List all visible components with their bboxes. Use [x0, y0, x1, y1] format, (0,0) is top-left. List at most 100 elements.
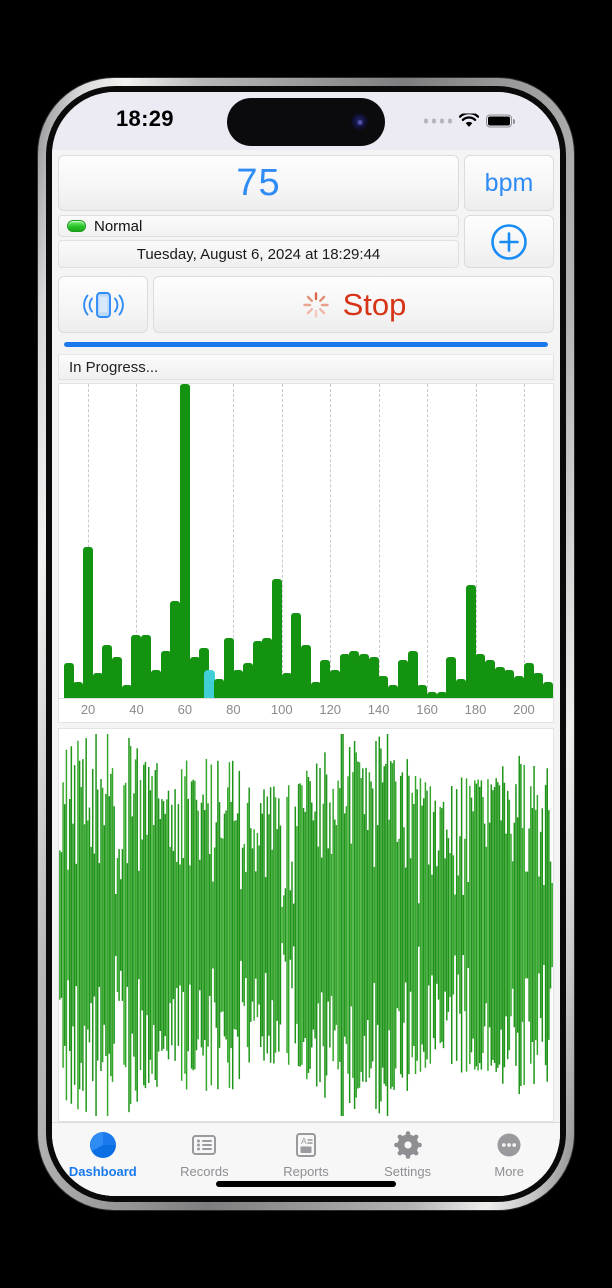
histogram-bar — [359, 654, 370, 698]
tab-reports[interactable]: A Reports — [255, 1130, 357, 1179]
histogram-plot-area — [59, 384, 553, 698]
histogram-bar — [281, 672, 292, 698]
x-tick-label: 100 — [270, 702, 293, 717]
histogram-bar — [378, 676, 389, 698]
histogram-bar — [465, 584, 476, 698]
progress-status-label: In Progress... — [69, 358, 159, 376]
histogram-bars — [59, 384, 553, 698]
tab-settings[interactable]: Settings — [357, 1130, 459, 1179]
bpm-value-field[interactable]: 75 — [58, 155, 459, 211]
report-page-icon: A — [291, 1130, 321, 1160]
histogram-bar — [252, 641, 263, 698]
phone-bezel: 18:29 75 bpm Normal Tuesday, August 6, 2… — [46, 86, 566, 1202]
tab-records[interactable]: Records — [154, 1130, 256, 1179]
histogram-bar — [533, 672, 544, 698]
tab-label: Records — [180, 1164, 229, 1179]
histogram-bar — [504, 669, 515, 698]
histogram-bar — [320, 660, 331, 698]
histogram-bar — [349, 650, 360, 698]
x-tick-label: 180 — [464, 702, 487, 717]
x-tick-label: 200 — [513, 702, 535, 717]
histogram-bar — [233, 669, 244, 698]
home-indicator[interactable] — [216, 1181, 396, 1187]
phone-frame: 18:29 75 bpm Normal Tuesday, August 6, 2… — [38, 78, 574, 1210]
timestamp-field: Tuesday, August 6, 2024 at 18:29:44 — [58, 240, 459, 268]
status-label: Normal — [94, 217, 143, 235]
x-tick-label: 20 — [80, 702, 96, 717]
histogram-bar — [475, 654, 486, 698]
histogram-bar — [73, 682, 84, 698]
gear-icon — [393, 1130, 423, 1160]
histogram-bar — [131, 635, 142, 698]
add-record-button[interactable] — [464, 215, 554, 268]
phone-screen: 18:29 75 bpm Normal Tuesday, August 6, 2… — [52, 92, 560, 1196]
histogram-bar — [523, 663, 534, 698]
x-tick-label: 140 — [367, 702, 390, 717]
camera-aperture — [357, 119, 362, 125]
tab-more[interactable]: More — [458, 1130, 560, 1179]
progress-status-row: In Progress... — [58, 354, 554, 380]
x-tick-label: 160 — [416, 702, 438, 717]
histogram-bar — [455, 679, 466, 698]
x-tick-label: 60 — [177, 702, 193, 717]
histogram-bar — [141, 635, 152, 698]
histogram-bar — [92, 672, 103, 698]
histogram-bar — [102, 644, 113, 698]
histogram-bar — [242, 663, 253, 698]
status-column: Normal Tuesday, August 6, 2024 at 18:29:… — [58, 215, 459, 268]
histogram-bar — [179, 384, 190, 698]
progress-wrap — [52, 333, 560, 347]
histogram-bar — [112, 657, 123, 698]
histogram-bar — [83, 547, 94, 698]
bpm-unit-button[interactable]: bpm — [464, 155, 554, 211]
vibrate-toggle-button[interactable] — [58, 276, 148, 333]
histogram-bar — [310, 682, 321, 698]
bpm-readout-row: 75 bpm — [52, 150, 560, 211]
status-time: 18:29 — [116, 106, 174, 131]
stop-label: Stop — [342, 286, 407, 322]
list-document-icon — [189, 1130, 219, 1160]
histogram-bar — [262, 638, 273, 698]
status-indicators — [423, 113, 512, 129]
cellular-dots-icon — [423, 118, 452, 124]
control-row: Stop — [52, 268, 560, 333]
ellipsis-circle-icon — [494, 1130, 524, 1160]
tab-label: Settings — [384, 1164, 432, 1179]
pulse-waveform-svg — [59, 734, 553, 1116]
histogram-bar — [407, 650, 418, 698]
x-tick-label: 40 — [129, 702, 144, 717]
pulse-waveform-chart[interactable] — [58, 728, 554, 1122]
histogram-bar — [397, 660, 408, 698]
status-bar: 18:29 — [52, 92, 560, 150]
histogram-bar — [339, 654, 350, 698]
pie-chart-icon — [88, 1130, 118, 1160]
status-badge: Normal — [58, 215, 459, 237]
histogram-bar — [446, 657, 457, 698]
tab-label: More — [494, 1164, 524, 1179]
battery-level — [488, 116, 510, 126]
histogram-bar — [121, 685, 132, 698]
waveform-trace — [59, 734, 553, 1116]
histogram-bar — [543, 682, 553, 698]
bpm-value: 75 — [236, 161, 281, 204]
plus-circle-icon — [491, 223, 527, 260]
histogram-bar — [388, 685, 399, 698]
bpm-unit-label: bpm — [484, 168, 534, 197]
histogram-bar — [514, 676, 525, 698]
histogram-bar — [170, 600, 181, 698]
histogram-bar — [160, 650, 171, 698]
wifi-icon — [459, 113, 479, 127]
histogram-bar — [223, 638, 234, 698]
histogram-bar — [189, 657, 200, 698]
battery-full-icon — [486, 114, 512, 128]
tab-dashboard[interactable]: Dashboard — [52, 1130, 154, 1179]
beat-interval-histogram[interactable]: 20 40 60 80 100 120 140 160 180 200 — [58, 383, 554, 723]
histogram-bar — [417, 685, 428, 698]
x-tick-label: 120 — [319, 702, 342, 717]
histogram-bar — [271, 578, 282, 698]
histogram-bar — [291, 613, 302, 698]
stop-button[interactable]: Stop — [153, 276, 554, 333]
dynamic-island — [227, 98, 385, 146]
x-tick-label: 80 — [226, 702, 241, 717]
front-camera-icon — [351, 113, 368, 131]
